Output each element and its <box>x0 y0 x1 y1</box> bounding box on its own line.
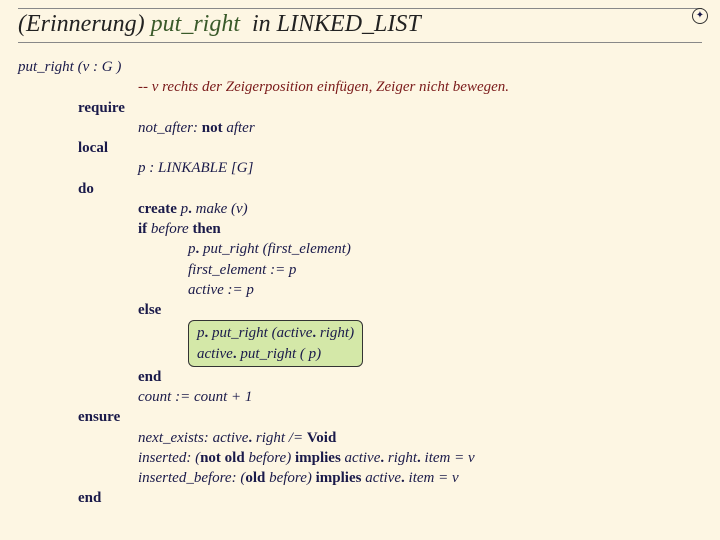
create-make: make (v) <box>196 201 248 217</box>
title-mid: in <box>252 11 271 37</box>
kw-ensure: ensure <box>78 409 120 425</box>
kw-do: do <box>78 181 94 197</box>
en3-active: active <box>365 470 401 486</box>
title-method: put_right <box>151 11 240 37</box>
logo-badge: ✦ <box>692 8 708 24</box>
kw-not2: not <box>200 450 221 466</box>
title-class: LINKED_LIST <box>277 11 421 37</box>
en1-tag: next_exists: <box>138 430 209 446</box>
then-3: active := p <box>188 280 702 300</box>
en1-right: right /= <box>256 430 303 446</box>
en2-before: before) <box>248 450 291 466</box>
then-call: put_right (first_element) <box>203 241 351 257</box>
kw-end1: end <box>138 369 161 385</box>
if-line: if before then <box>138 219 702 239</box>
if-cond: before <box>151 221 189 237</box>
kw-end2: end <box>78 490 101 506</box>
title-prefix: (Erinnerung) <box>18 11 145 37</box>
en2-active: active <box>345 450 381 466</box>
count-line: count := count + 1 <box>138 387 702 407</box>
sig-name: put_right <box>18 59 74 75</box>
en2-tag: inserted: ( <box>138 450 200 466</box>
kw-old1: old <box>225 450 245 466</box>
sig-arg: v <box>83 59 90 75</box>
then-2: first_element := p <box>188 260 702 280</box>
kw-then: then <box>192 221 220 237</box>
hi-call1: put_right (active <box>212 325 312 341</box>
en1-active: active <box>213 430 249 446</box>
kw-void: Void <box>307 430 336 446</box>
ensure-3: inserted_before: (old before) implies ac… <box>138 468 702 488</box>
slide-title: (Erinnerung) put_right in LINKED_LIST <box>18 8 702 43</box>
ensure-2: inserted: (not old before) implies activ… <box>138 448 702 468</box>
highlight-box: p. put_right (active. right) active. put… <box>188 320 702 367</box>
req-after: after <box>226 120 254 136</box>
hi-call2: put_right ( p) <box>240 346 321 362</box>
hi-p: p <box>197 325 205 341</box>
hi-active: active <box>197 346 233 362</box>
kw-require: require <box>78 100 125 116</box>
code-block: put_right (v : G ) -- v rechts der Zeige… <box>0 47 720 519</box>
kw-implies1: implies <box>295 450 341 466</box>
kw-create: create <box>138 201 177 217</box>
en2-item: item = v <box>425 450 475 466</box>
local-decl: p : LINKABLE [G] <box>138 158 702 178</box>
en3-tag: inserted_before: ( <box>138 470 245 486</box>
kw-else: else <box>138 302 161 318</box>
sig-type: G ) <box>102 59 122 75</box>
kw-if: if <box>138 221 147 237</box>
title-container: (Erinnerung) put_right in LINKED_LIST <box>0 0 720 47</box>
then-p: p <box>188 241 196 257</box>
create-line: create p. make (v) <box>138 199 702 219</box>
ensure-1: next_exists: active. right /= Void <box>138 428 702 448</box>
comment-line: -- v rechts der Zeigerposition einfügen,… <box>138 77 702 97</box>
create-p: p <box>181 201 189 217</box>
en2-right: right <box>388 450 417 466</box>
then-1: p. put_right (first_element) <box>188 239 702 259</box>
hi-right: right) <box>320 325 354 341</box>
sig-colon: : <box>93 59 98 75</box>
kw-implies2: implies <box>316 470 362 486</box>
en3-item: item = v <box>409 470 459 486</box>
kw-not: not <box>202 120 223 136</box>
req-tag: not_after: <box>138 120 198 136</box>
require-clause: not_after: not after <box>138 118 702 138</box>
kw-local: local <box>78 140 108 156</box>
en3-before: before) <box>269 470 312 486</box>
signature-line: put_right (v : G ) <box>18 57 702 77</box>
kw-old2: old <box>245 470 265 486</box>
